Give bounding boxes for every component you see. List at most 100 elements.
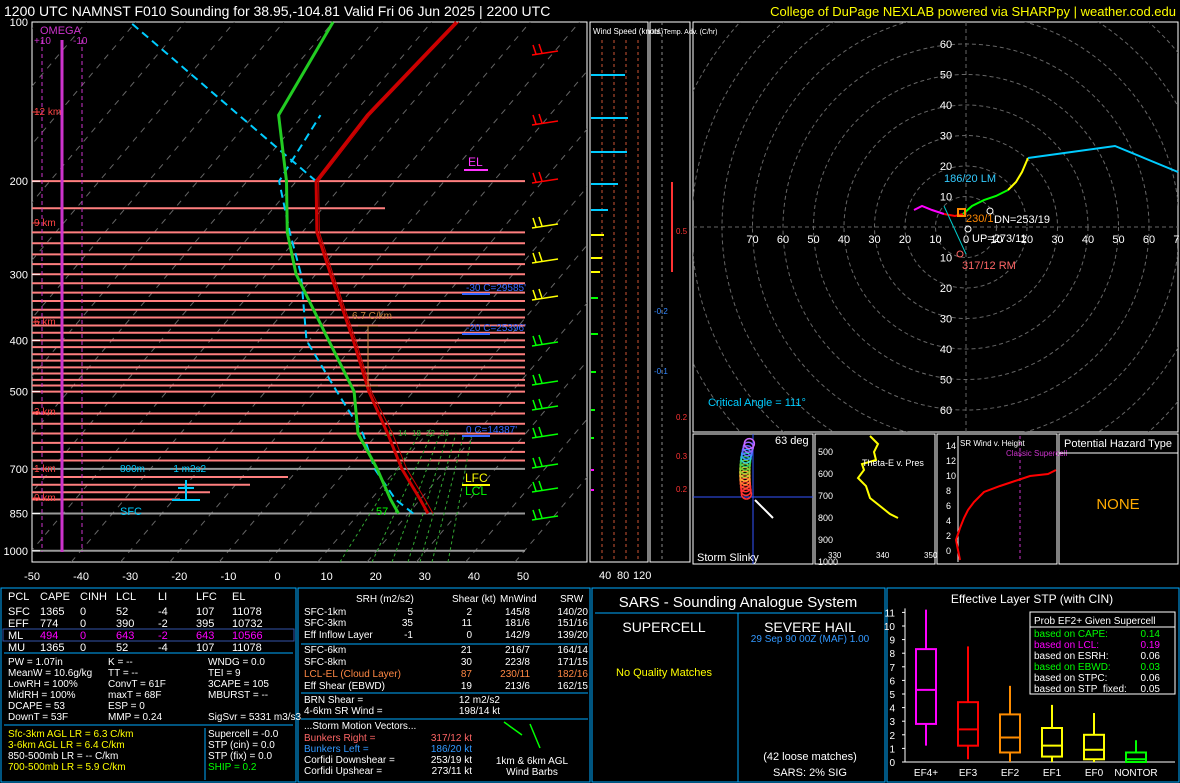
sfc-label: SFC xyxy=(120,506,142,518)
kinematic-row-label: SFC-3km xyxy=(304,618,346,629)
classic-supercell-label: Classic Supercell xyxy=(1006,449,1068,458)
wind-barb-flag xyxy=(538,171,543,182)
hazard-panel: Potential Hazard Type NONE xyxy=(1058,433,1179,565)
ef2-prob-label: based on STPC: xyxy=(1034,673,1107,684)
ef2-prob-value: 0.14 xyxy=(1141,629,1161,640)
barb-caption: Wind Barbs xyxy=(506,767,558,778)
kinematic-srw: 140/20 xyxy=(557,607,588,618)
lapse-rate-value: 850-500mb LR = -- C/km xyxy=(8,751,118,762)
kinematic-row-label: Eff Inflow Layer xyxy=(304,630,373,641)
sounding-figure: 1200 UTC NAMNST F010 Sounding for 38.95,… xyxy=(0,3,1180,783)
kinematic-row-label: SFC-6km xyxy=(304,645,346,656)
kinematic-shear: 0 xyxy=(466,630,472,641)
stp-category-label: EF3 xyxy=(959,768,978,779)
ef2-prob-label: based on STP_fixed: xyxy=(1034,684,1127,695)
parcel-cell: -4 xyxy=(158,642,168,654)
sr-wind-tick: 4 xyxy=(946,516,951,526)
sars-sig: SARS: 2% SIG xyxy=(773,767,847,779)
temperature-tick-30: 30 xyxy=(419,571,431,583)
kinematic-srw: 151/16 xyxy=(557,618,588,629)
hodograph-ring-label: 40 xyxy=(940,344,952,356)
index-value: K = -- xyxy=(108,657,133,668)
storm-motion-label: Bunkers Left = xyxy=(304,744,369,755)
right-mover-label: 317/12 RM xyxy=(962,260,1016,272)
wind-barb-flag xyxy=(532,374,537,385)
storm-motion-label: Bunkers Right = xyxy=(304,733,376,744)
parcel-cell: 0 xyxy=(80,630,86,642)
wind-speed-panel: Wind Speed (knots) 40 80 120 xyxy=(589,21,664,582)
parcel-cell: 643 xyxy=(196,630,214,642)
temp-adv-value-4: 0.2 xyxy=(676,413,688,422)
wind-barb-flag xyxy=(538,456,543,467)
parcel-header: LFC xyxy=(196,591,217,603)
parcel-cell: SFC xyxy=(8,606,30,618)
pressure-tick-400: 400 xyxy=(10,335,28,347)
lapse-rate-value: Sfc-3km AGL LR = 6.3 C/km xyxy=(8,729,134,740)
hodograph-segment-9-12km xyxy=(1027,144,1179,173)
hodograph-x-label: 60 xyxy=(1143,234,1155,246)
stp-y-tick: 11 xyxy=(885,608,896,619)
temperature-tick-50: 50 xyxy=(517,571,529,583)
index-value: MidRH = 100% xyxy=(8,690,76,701)
stp-category-label: EF1 xyxy=(1043,768,1062,779)
wind-speed-bars xyxy=(591,74,628,491)
hodograph-x-label: 50 xyxy=(1112,234,1124,246)
stp-y-tick: 5 xyxy=(889,690,895,701)
index-value: 3CAPE = 105 xyxy=(208,679,269,690)
temperature-tick-0: 0 xyxy=(274,571,280,583)
temperature-tick--50: -50 xyxy=(24,571,40,583)
hodograph-ring-label: 40 xyxy=(940,100,952,112)
temperature-tick-10: 10 xyxy=(320,571,332,583)
minus20-label: -20 C=25396' xyxy=(466,323,526,334)
parcel-header: PCL xyxy=(8,591,29,603)
index-value: SigSvr = 5331 m3/s3 xyxy=(208,712,302,723)
hazard-title: Potential Hazard Type xyxy=(1064,438,1172,450)
mixing-ratio-label: 18 xyxy=(412,429,421,438)
temperature-tick--10: -10 xyxy=(220,571,236,583)
stp-box xyxy=(1041,727,1063,758)
parcel-cell: 11078 xyxy=(232,642,262,654)
stp-box xyxy=(915,648,937,725)
kinematic-shear: 87 xyxy=(461,669,473,680)
hodograph-panel: 60 50 40 30 20 10 10 20 30 40 50 60 70 60 50 40 30 20 10 0 1… xyxy=(692,21,1180,433)
parcel-cell: 494 xyxy=(40,630,58,642)
kinematic-shear: 11 xyxy=(462,618,473,629)
pressure-tick-100: 100 xyxy=(10,17,28,29)
parcel-cell: -2 xyxy=(158,630,168,642)
theta-e-tick-y: 700 xyxy=(818,491,833,501)
hodograph-ring-label: 20 xyxy=(940,161,952,173)
storm-motion-value: 186/20 kt xyxy=(431,744,472,755)
inflow-top-label: 800m xyxy=(120,464,145,475)
hodograph-ring-label: 60 xyxy=(940,39,952,51)
parcel-header: CINH xyxy=(80,591,107,603)
hodograph-x-label: 0 xyxy=(963,234,969,246)
wind-barb-flag xyxy=(538,508,543,519)
wind-barb-flag xyxy=(538,251,543,262)
stp-y-tick: 9 xyxy=(889,636,895,647)
hodograph-ring-label: 20 xyxy=(940,283,952,295)
theta-e-profile xyxy=(856,435,899,519)
parcel-cell: ML xyxy=(8,630,23,642)
ef2-prob-rows: based on CAPE: 0.14 based on LCL: 0.19 based… xyxy=(1034,629,1160,695)
left-mover-label: 186/20 LM xyxy=(944,173,996,185)
stp-title: Effective Layer STP (with CIN) xyxy=(951,592,1113,606)
ef2-prob-label: based on EBWD: xyxy=(1034,662,1111,673)
composite-parameter: SHIP = 0.2 xyxy=(208,762,257,773)
kinematic-header: SRH (m2/s2) xyxy=(356,594,414,605)
stp-y-tick: 6 xyxy=(889,676,895,687)
wind-barb-flag xyxy=(532,44,537,55)
parcel-cell: 0 xyxy=(80,642,86,654)
lapse-rate-value: 700-500mb LR = 5.9 C/km xyxy=(8,762,126,773)
theta-e-tick-y: 600 xyxy=(818,469,833,479)
theta-e-label-line: Theta-E v. Pres xyxy=(862,458,924,468)
composite-parameter: STP (cin) = 0.0 xyxy=(208,740,275,751)
theta-e-tick-y: 800 xyxy=(818,513,833,523)
kinematic-shear: 2 xyxy=(466,607,472,618)
hodograph-ring-label: 60 xyxy=(940,405,952,417)
temperature-tick--20: -20 xyxy=(171,571,187,583)
temperature-tick--30: -30 xyxy=(122,571,138,583)
temp-adv-value-3: -0.1 xyxy=(654,367,668,376)
theta-e-tick-y: 900 xyxy=(818,535,833,545)
index-value: TT = -- xyxy=(108,668,138,679)
corfidi-downshear-label: DN=253/19 xyxy=(994,214,1050,226)
